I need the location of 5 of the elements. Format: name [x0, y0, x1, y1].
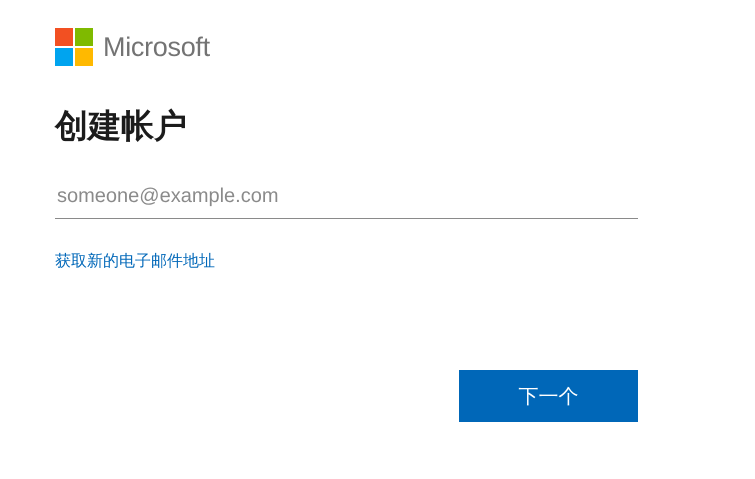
new-email-link[interactable]: 获取新的电子邮件地址: [55, 251, 215, 272]
brand-name: Microsoft: [103, 32, 210, 62]
next-button[interactable]: 下一个: [459, 370, 638, 422]
page-title: 创建帐户: [55, 105, 188, 147]
four-squares-icon: [55, 28, 93, 66]
